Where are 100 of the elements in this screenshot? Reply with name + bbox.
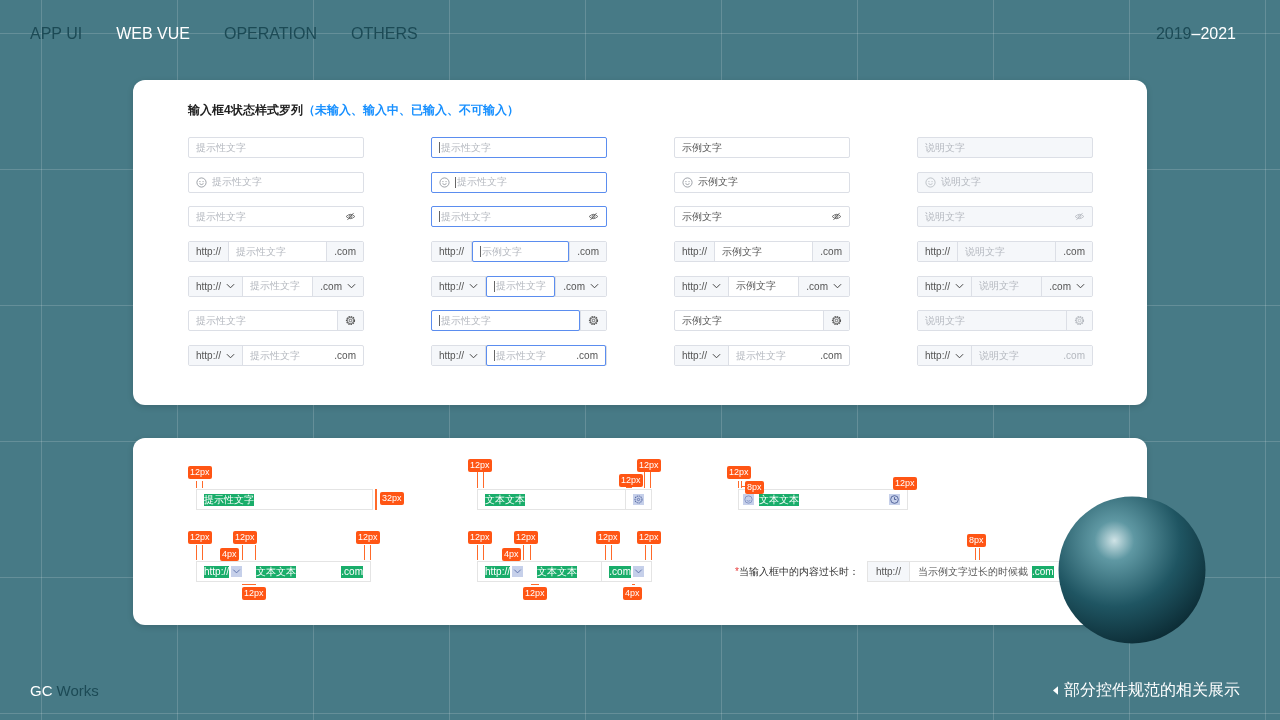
- caption: 部分控件规范的相关展示: [1064, 680, 1240, 700]
- placeholder-text: 提示性文字: [736, 348, 786, 363]
- settings-button[interactable]: [337, 311, 363, 331]
- suffix-text: .com: [1063, 350, 1085, 362]
- dimension-line: [605, 545, 612, 560]
- overflow-note: *当输入框中的内容过长时：: [735, 564, 859, 579]
- input-value: 当示例文字过长的时候截: [917, 564, 1028, 579]
- prefix-select[interactable]: http://: [675, 346, 729, 366]
- input-field[interactable]: 示例文字: [715, 242, 813, 262]
- text-highlight: http://: [204, 565, 229, 578]
- placeholder-text: 示例文字: [482, 244, 522, 259]
- dimension-label: 12px: [523, 587, 547, 600]
- section-subtitle: （未输入、输入中、已输入、不可输入）: [302, 103, 519, 117]
- suffix-addon: .com: [569, 242, 606, 262]
- input-field[interactable]: 提示性文字 .com: [486, 345, 606, 367]
- suffix-addon: .com: [326, 242, 363, 262]
- placeholder-text: 提示性文字: [457, 175, 507, 190]
- dimension-line: [375, 489, 377, 510]
- prefix-select[interactable]: http://: [918, 346, 972, 366]
- settings-icon: [345, 315, 356, 327]
- dimension-line: [523, 545, 531, 560]
- input-field[interactable]: 示例文字: [674, 171, 850, 193]
- input-field[interactable]: 示例文字: [674, 137, 850, 158]
- chevron-down-icon: [712, 283, 721, 290]
- dimension-label: 12px: [619, 474, 643, 487]
- text-cursor: [494, 280, 495, 292]
- chevron-down-icon: [231, 566, 242, 577]
- brand-name: GC: [30, 682, 53, 699]
- dimension-line: [975, 548, 980, 560]
- dimension-line: [645, 545, 652, 560]
- suffix-text: .com: [576, 350, 598, 362]
- dimension-line: [196, 545, 203, 560]
- chevron-down-icon: [469, 352, 478, 359]
- suffix-select[interactable]: .com: [312, 276, 363, 296]
- settings-icon: [1074, 315, 1085, 327]
- placeholder-text: 提示性文字: [250, 279, 300, 294]
- prefix-select[interactable]: http://: [432, 346, 486, 366]
- triangle-left-icon: [1053, 686, 1058, 695]
- dimension-line: [242, 584, 256, 585]
- placeholder-text: 提示性文字: [196, 209, 246, 224]
- settings-icon: [633, 494, 644, 505]
- dimension-label: 4px: [623, 587, 642, 600]
- input-value: 示例文字: [698, 175, 738, 190]
- dimension-label: 32px: [380, 492, 404, 505]
- text-highlight: 文本文本: [256, 565, 296, 578]
- settings-button[interactable]: [580, 311, 606, 331]
- placeholder-text: 提示性文字: [441, 140, 491, 155]
- hidden-eye-icon[interactable]: [831, 211, 842, 223]
- text-highlight: .com: [1031, 565, 1054, 578]
- prefix-select[interactable]: http://: [918, 276, 972, 296]
- input-field[interactable]: 示例文字: [729, 276, 799, 296]
- text-cursor: [494, 350, 495, 362]
- input-value: 示例文字: [682, 209, 722, 224]
- dimension-line: [242, 545, 256, 560]
- text-highlight: 文本文本: [759, 493, 799, 506]
- nav-tab[interactable]: WEB VUE: [116, 25, 190, 43]
- dimension-line: [632, 584, 635, 585]
- dimension-line: [738, 481, 742, 488]
- settings-button[interactable]: [823, 311, 849, 331]
- section-title: 输入框4状态样式罗列: [188, 103, 303, 117]
- prefix-addon: http://: [189, 242, 229, 262]
- suffix-addon: .com: [812, 242, 849, 262]
- input-field[interactable]: 提示性文字 .com: [729, 346, 849, 366]
- chevron-down-icon: [226, 352, 235, 359]
- suffix-select[interactable]: .com: [1041, 276, 1092, 296]
- input-value: 示例文字: [722, 244, 762, 259]
- input-field[interactable]: 示例文字: [674, 206, 850, 228]
- text-cursor: [439, 142, 440, 153]
- year-range-end: –2021: [1191, 25, 1236, 42]
- dimension-label: 8px: [967, 534, 986, 547]
- prefix-select[interactable]: http://: [189, 276, 243, 296]
- chevron-down-icon: [1076, 283, 1085, 290]
- suffix-select[interactable]: .com: [798, 276, 849, 296]
- chevron-down-icon: [512, 566, 523, 577]
- placeholder-text: 提示性文字: [196, 140, 246, 155]
- prefix-addon: http://: [918, 242, 958, 262]
- text-highlight: 提示性文字: [204, 493, 254, 506]
- prefix-select[interactable]: http://: [189, 346, 243, 366]
- dimension-line: [364, 545, 371, 560]
- hidden-eye-icon[interactable]: [345, 211, 356, 223]
- prefix-select[interactable]: http://: [675, 276, 729, 296]
- suffix-select[interactable]: .com: [555, 276, 606, 296]
- smiley-icon: [682, 176, 693, 188]
- input-value: 示例文字: [682, 313, 722, 328]
- dimension-label: 12px: [514, 531, 538, 544]
- prefix-addon: http://: [867, 562, 910, 581]
- prefix-select[interactable]: http://: [432, 276, 486, 296]
- input-field[interactable]: 提示性文字 .com: [243, 346, 363, 366]
- suffix-text: .com: [820, 350, 842, 362]
- chevron-down-icon: [469, 283, 478, 290]
- smiley-icon: [925, 176, 936, 188]
- placeholder-text: 提示性文字: [236, 244, 286, 259]
- suffix-text: .com: [334, 350, 356, 362]
- chevron-down-icon: [955, 283, 964, 290]
- text-cursor: [455, 176, 456, 188]
- input-field[interactable]: 示例文字: [675, 311, 823, 331]
- dimension-label: 12px: [596, 531, 620, 544]
- smiley-icon: [743, 494, 754, 505]
- hidden-eye-icon[interactable]: [588, 211, 599, 223]
- input-value: 示例文字: [736, 279, 776, 294]
